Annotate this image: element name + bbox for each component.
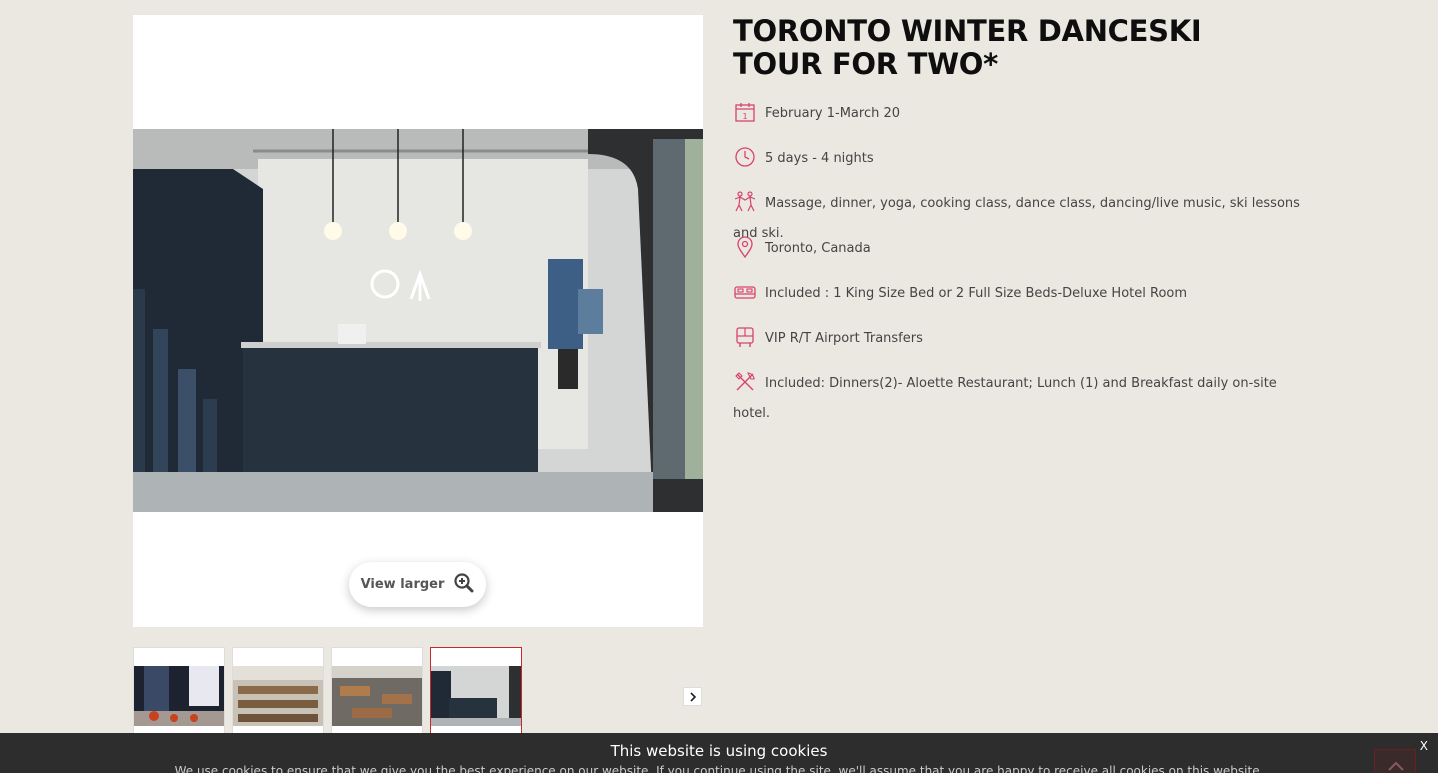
cookie-title: This website is using cookies: [610, 742, 828, 760]
feature-location: Toronto, Canada: [733, 234, 1313, 264]
view-larger-button[interactable]: View larger: [349, 562, 486, 607]
thumbnail-yoga-room[interactable]: [331, 647, 423, 745]
clock-icon: [733, 145, 757, 169]
thumbnail-reception[interactable]: [430, 647, 522, 745]
thumbnail-restaurant[interactable]: [232, 647, 324, 745]
feature-dates: 1 February 1-March 20: [733, 99, 1313, 129]
view-larger-label: View larger: [360, 577, 445, 592]
dancers-icon: [733, 190, 757, 214]
feature-text: VIP R/T Airport Transfers: [765, 331, 923, 346]
svg-text:1: 1: [742, 112, 747, 121]
cookie-close-button[interactable]: X: [1420, 739, 1428, 753]
bus-icon: [733, 325, 757, 349]
feature-duration: 5 days - 4 nights: [733, 144, 1313, 174]
cookie-banner: This website is using cookies We use coo…: [0, 733, 1438, 773]
zoom-in-icon: [454, 572, 474, 597]
feature-room: Included : 1 King Size Bed or 2 Full Siz…: [733, 279, 1313, 309]
feature-transfers: VIP R/T Airport Transfers: [733, 324, 1313, 354]
feature-meals: Included: Dinners(2)- Aloette Restaurant…: [733, 369, 1313, 429]
feature-text: Included : 1 King Size Bed or 2 Full Siz…: [765, 286, 1188, 301]
feature-text: Toronto, Canada: [765, 241, 871, 256]
reception-photo: [133, 129, 703, 512]
feature-text: Included: Dinners(2)- Aloette Restaurant…: [733, 376, 1277, 421]
chevron-up-icon: [1375, 761, 1417, 773]
cookie-text: We use cookies to ensure that we give yo…: [174, 764, 1264, 773]
fork-knife-icon: [733, 370, 757, 394]
bed-icon: [733, 280, 757, 304]
chevron-right-icon: [688, 687, 698, 706]
calendar-icon: 1: [733, 100, 757, 124]
thumbnail-city-street[interactable]: [133, 647, 225, 745]
thumbnails-next-button[interactable]: [683, 687, 702, 706]
feature-text: February 1-March 20: [765, 106, 901, 121]
location-pin-icon: [733, 235, 757, 259]
feature-text: 5 days - 4 nights: [765, 151, 874, 166]
tour-title: TORONTO WINTER DANCESKI TOUR FOR TWO*: [733, 14, 1202, 81]
back-to-top-button[interactable]: [1374, 749, 1416, 773]
main-gallery-image[interactable]: View larger: [133, 15, 703, 627]
